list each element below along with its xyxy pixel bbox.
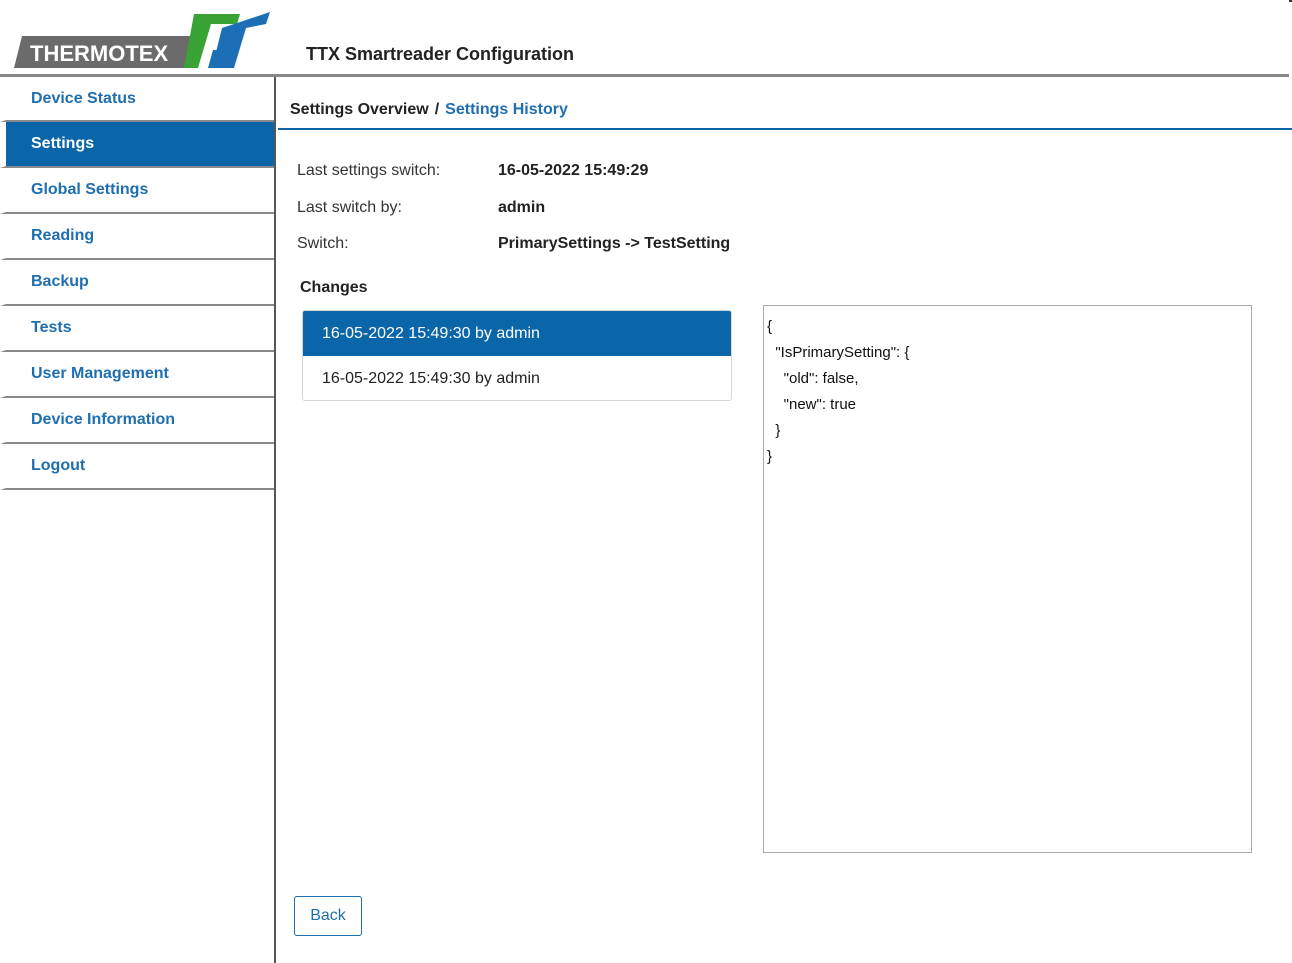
breadcrumb-current: Settings Overview [290,101,429,118]
switch-by-label: Last switch by: [297,199,402,216]
switch-value: PrimarySettings -> TestSetting [498,235,731,252]
list-item[interactable]: 16-05-2022 15:49:30 by admin [303,311,731,356]
back-button[interactable]: Back [294,896,362,936]
sidebar-item-global-settings[interactable]: Global Settings [0,168,274,214]
last-switch-label: Last settings switch: [297,162,441,179]
sidebar-item-logout[interactable]: Logout [0,444,274,490]
breadcrumb-divider [278,128,1292,130]
sidebar-item-tests[interactable]: Tests [0,306,274,352]
svg-text:THERMOTEX: THERMOTEX [30,41,168,66]
sidebar-item-reading[interactable]: Reading [0,214,274,260]
sidebar-item-device-information[interactable]: Device Information [0,398,274,444]
breadcrumb: Settings Overview / Settings History [290,101,568,119]
last-switch-value: 16-05-2022 15:49:29 [498,162,649,179]
sidebar-item-backup[interactable]: Backup [0,260,274,306]
sidebar-item-user-management[interactable]: User Management [0,352,274,398]
list-item[interactable]: 16-05-2022 15:49:30 by admin [303,356,731,400]
header: THERMOTEX TTX Smartreader Configuration [0,0,1289,77]
changes-list: 16-05-2022 15:49:30 by admin 16-05-2022 … [302,310,732,401]
sidebar: Device Status Settings Global Settings R… [0,77,276,963]
main-content: Settings Overview / Settings History Last … [278,77,1292,963]
breadcrumb-link-settings-history[interactable]: Settings History [445,101,568,118]
switch-by-value: admin [498,199,546,216]
sidebar-item-settings[interactable]: Settings [0,122,274,168]
breadcrumb-separator: / [434,101,440,118]
app-title: TTX Smartreader Configuration [306,44,575,64]
sidebar-item-device-status[interactable]: Device Status [0,77,274,122]
changes-title: Changes [300,279,368,296]
change-detail-box[interactable]: { "IsPrimarySetting": { "old": false, "n… [763,305,1252,853]
thermotex-logo: THERMOTEX [14,12,270,68]
switch-label: Switch: [297,235,349,252]
